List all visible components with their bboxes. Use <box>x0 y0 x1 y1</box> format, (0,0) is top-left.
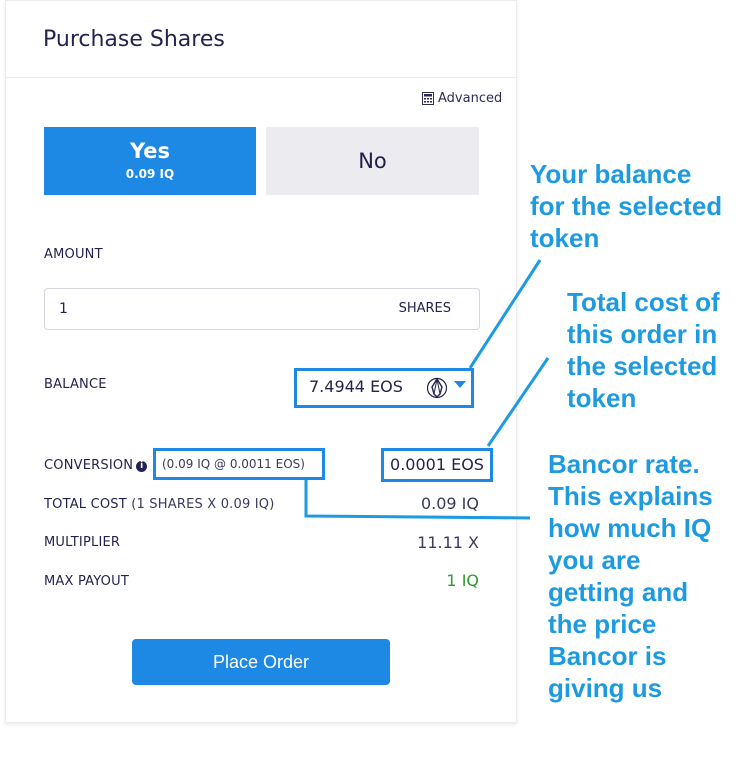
annotation-line: Bancor rate. <box>548 449 700 479</box>
amount-input[interactable] <box>57 297 361 321</box>
rate-annotation: Bancor rate. This explains how much IQ y… <box>548 448 713 704</box>
total-cost-value: 0.09 IQ <box>420 494 479 513</box>
card-header: Purchase Shares <box>6 1 516 78</box>
total-cost-label: TOTAL COST (1 SHARES X 0.09 IQ) <box>44 497 275 512</box>
amount-field[interactable]: SHARES <box>44 288 480 330</box>
conversion-rate: (0.09 IQ @ 0.0011 EOS) <box>153 448 325 480</box>
annotation-line: you are <box>548 545 641 575</box>
total-cost-detail: (1 SHARES X 0.09 IQ) <box>131 497 275 512</box>
token-select[interactable]: 7.4944 EOS <box>294 368 474 408</box>
info-icon[interactable]: i <box>136 461 148 472</box>
amount-unit: SHARES <box>398 301 451 316</box>
conversion-label: CONVERSION i <box>44 458 148 473</box>
annotation-line: the price <box>548 609 657 639</box>
annotation-line: how much IQ <box>548 513 712 543</box>
annotation-line: Bancor is <box>548 641 667 671</box>
amount-label: AMOUNT <box>44 247 103 262</box>
place-order-button[interactable]: Place Order <box>132 639 390 685</box>
conversion-value: 0.0001 EOS <box>381 448 493 482</box>
calculator-icon <box>422 92 434 105</box>
page-title: Purchase Shares <box>43 27 225 52</box>
cost-annotation: Total cost of this order in the selected… <box>567 286 720 414</box>
annotation-line: token <box>567 383 637 413</box>
yes-outcome-button[interactable]: Yes 0.09 IQ <box>44 127 256 195</box>
conversion-label-text: CONVERSION <box>44 458 134 473</box>
annotation-line: giving us <box>548 673 663 703</box>
no-outcome-button[interactable]: No <box>266 127 479 195</box>
multiplier-value: 11.11 X <box>417 533 479 552</box>
annotation-line: Your balance <box>530 159 692 189</box>
annotation-line: This explains <box>548 481 713 511</box>
yes-price: 0.09 IQ <box>125 167 175 181</box>
annotation-line: the selected <box>567 351 718 381</box>
annotation-line: for the selected <box>530 191 723 221</box>
advanced-link[interactable]: Advanced <box>422 91 502 106</box>
annotation-line: getting and <box>548 577 689 607</box>
balance-annotation: Your balance for the selected token <box>530 158 722 254</box>
max-payout-value: 1 IQ <box>446 571 479 590</box>
advanced-label: Advanced <box>438 91 503 106</box>
eos-token-icon <box>427 377 447 399</box>
balance-value: 7.4944 EOS <box>309 377 403 396</box>
multiplier-label: MULTIPLIER <box>44 535 121 550</box>
max-payout-label: MAX PAYOUT <box>44 574 129 589</box>
purchase-shares-card: Purchase Shares Advanced Yes 0.09 IQ No … <box>5 0 517 723</box>
balance-label: BALANCE <box>44 377 107 392</box>
annotation-line: token <box>530 223 600 253</box>
annotation-line: this order in <box>567 319 718 349</box>
annotation-line: Total cost of <box>567 287 720 317</box>
chevron-down-icon <box>454 381 466 388</box>
total-cost-label-text: TOTAL COST <box>44 497 127 512</box>
yes-label: Yes <box>129 139 171 163</box>
no-label: No <box>358 149 387 173</box>
